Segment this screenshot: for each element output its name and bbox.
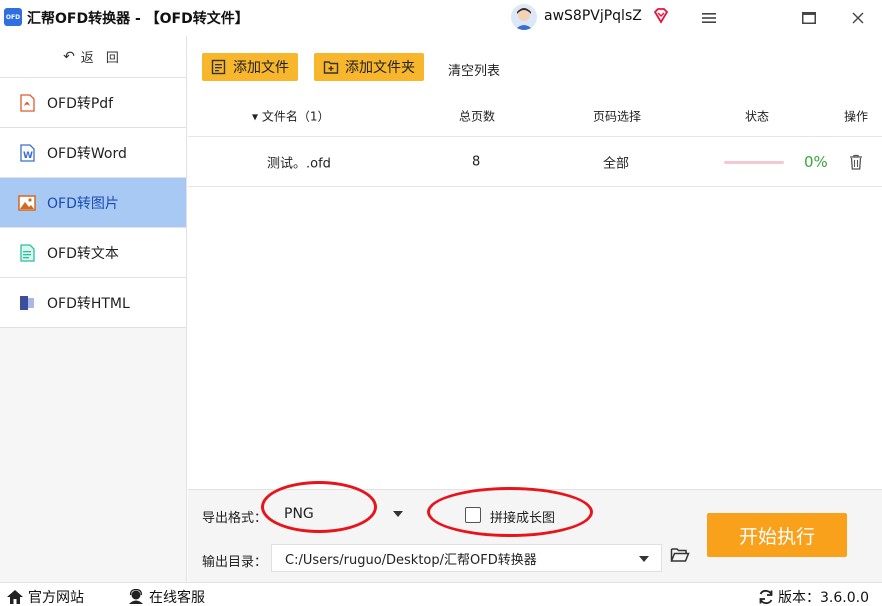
sidebar-item-ofd-to-image[interactable]: OFD转图片 [0,178,186,228]
svg-text:W: W [23,151,33,161]
maximize-icon [802,12,816,24]
column-header-status: 状态 [745,109,770,124]
user-avatar[interactable] [511,4,537,30]
clear-list-button[interactable]: 清空列表 [448,60,500,79]
file-pages: 8 [472,154,481,169]
export-format-label: 导出格式： [202,511,268,526]
back-label: 返 回 [80,51,123,66]
add-file-icon [211,59,226,75]
home-icon [7,590,23,604]
trash-icon [850,154,862,170]
official-website-label: 官方网站 [28,590,84,606]
vip-diamond-icon[interactable] [652,7,670,25]
add-folder-button[interactable]: 添加文件夹 [314,53,424,81]
progress-percent: 0% [804,152,828,171]
output-dir-value: C:/Users/ruguo/Desktop/汇帮OFD转换器 [285,552,537,568]
add-folder-label: 添加文件夹 [345,60,415,76]
sidebar-item-label: OFD转HTML [47,295,130,312]
image-icon [18,194,36,212]
window-title: 汇帮OFD转换器 - 【OFD转文件】 [27,11,249,27]
support-agent-icon [129,589,143,604]
sidebar-item-ofd-to-html[interactable]: OFD转HTML [0,278,186,328]
close-icon [852,12,864,24]
user-name[interactable]: awS8PVjPqlsZ [544,8,642,24]
sidebar-item-label: OFD转Word [47,145,127,162]
back-button[interactable]: ↶ 返 回 [0,36,186,78]
sidebar: ↶ 返 回 OFD转Pdf W OFD转Word OFD转图片 OFD转文本 O… [0,36,187,582]
file-table: ▾ 文件名（1） 总页数 页码选择 状态 操作 测试。.ofd 8 全部 0% [188,96,882,187]
app-logo-icon: OFD [4,8,22,26]
refresh-icon [759,589,773,605]
hamburger-icon [702,13,716,23]
table-header: ▾ 文件名（1） 总页数 页码选择 状态 操作 [188,96,882,137]
progress-bar [724,161,784,164]
chevron-down-icon [393,511,403,517]
official-website-link[interactable]: 官方网站 [6,587,84,606]
online-support-link[interactable]: 在线客服 [127,587,205,606]
add-file-label: 添加文件 [233,60,289,76]
folder-open-icon [670,548,690,562]
toolbar: 添加文件 添加文件夹 清空列表 [188,36,882,96]
chevron-down-icon [639,556,649,562]
settings-panel: 导出格式： PNG 拼接成长图 输出目录： C:/Users/ruguo/Des… [188,481,882,582]
maximize-button[interactable] [797,6,821,30]
output-dir-label: 输出目录： [202,555,268,570]
sidebar-item-ofd-to-text[interactable]: OFD转文本 [0,228,186,278]
sidebar-item-ofd-to-pdf[interactable]: OFD转Pdf [0,78,186,128]
column-header-action: 操作 [844,109,869,124]
sidebar-item-label: OFD转Pdf [47,95,114,112]
text-icon [18,243,36,262]
merge-long-image-checkbox[interactable] [465,507,481,523]
start-button[interactable]: 开始执行 [707,513,847,557]
html-icon [18,294,36,312]
merge-long-image-label[interactable]: 拼接成长图 [490,507,555,526]
file-name: 测试。.ofd [267,156,331,171]
avatar-icon [511,4,537,30]
online-support-label: 在线客服 [149,590,205,606]
word-icon: W [18,143,36,162]
browse-folder-button[interactable] [670,546,690,564]
menu-button[interactable] [697,6,721,30]
add-file-button[interactable]: 添加文件 [202,53,298,81]
close-button[interactable] [846,6,870,30]
sidebar-item-label: OFD转文本 [47,245,119,262]
column-header-filename[interactable]: ▾ 文件名（1） [252,108,329,125]
version-info[interactable]: 版本：3.6.0.0 [758,587,869,606]
export-format-value: PNG [284,506,314,522]
version-label: 版本：3.6.0.0 [778,590,869,606]
delete-button[interactable] [849,154,863,170]
add-folder-icon [323,61,339,74]
title-bar: OFD 汇帮OFD转换器 - 【OFD转文件】 awS8PVjPqlsZ [0,0,882,36]
file-page-select[interactable]: 全部 [603,152,629,171]
pdf-icon [18,93,36,112]
sidebar-item-ofd-to-word[interactable]: W OFD转Word [0,128,186,178]
column-header-page-select: 页码选择 [593,109,642,124]
output-dir-select[interactable]: C:/Users/ruguo/Desktop/汇帮OFD转换器 [271,544,662,572]
status-bar: 官方网站 在线客服 版本：3.6.0.0 [0,582,882,606]
back-arrow-icon: ↶ [63,48,75,65]
table-row[interactable]: 测试。.ofd 8 全部 0% [188,137,882,187]
column-header-pages: 总页数 [459,109,496,124]
sidebar-item-label: OFD转图片 [47,195,119,212]
export-format-select[interactable]: PNG [271,500,415,528]
